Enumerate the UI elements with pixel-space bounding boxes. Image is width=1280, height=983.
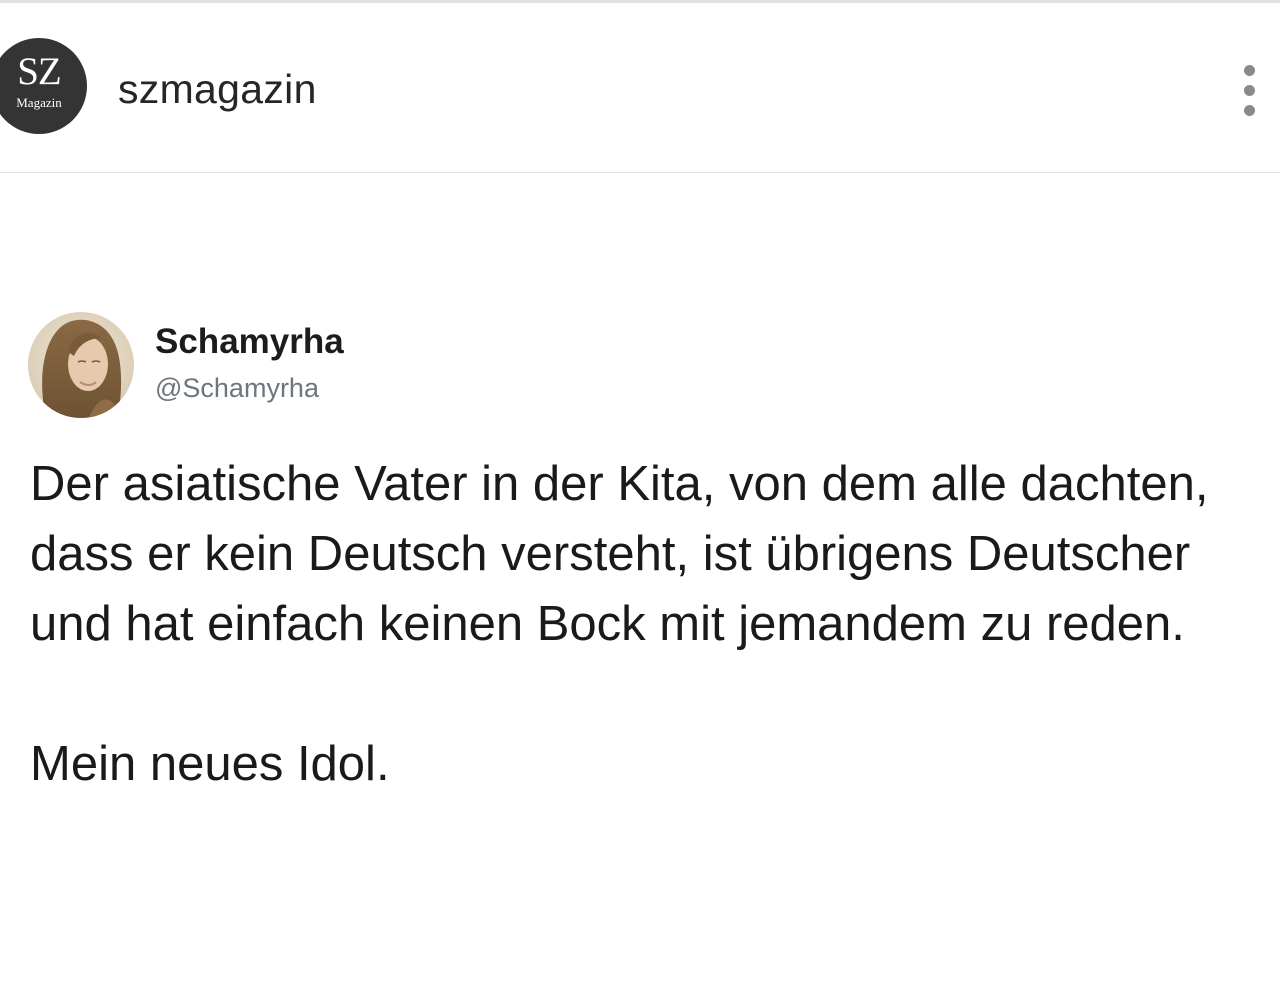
- tweet-body: Der asiatische Vater in der Kita, von de…: [30, 449, 1270, 799]
- tweet-author-avatar: [28, 312, 134, 418]
- tweet-author-handle: @Schamyrha: [155, 373, 319, 403]
- account-username[interactable]: szmagazin: [118, 65, 317, 113]
- avatar-logo-text: SZ: [17, 50, 62, 93]
- more-options-button[interactable]: [1234, 61, 1266, 121]
- more-vertical-icon: [1244, 65, 1255, 76]
- more-vertical-icon-dot: [1244, 105, 1255, 116]
- tweet-closing-text: Mein neues Idol.: [30, 737, 390, 791]
- tweet-author-name: Schamyrha: [155, 322, 344, 361]
- tweet-body-text: Der asiatische Vater in der Kita, von de…: [30, 457, 1209, 651]
- more-vertical-icon-dot: [1244, 85, 1255, 96]
- post-header: SZ Magazin szmagazin: [0, 3, 1280, 173]
- avatar-logo-subtext: Magazin: [16, 95, 62, 110]
- account-avatar[interactable]: SZ Magazin: [0, 38, 89, 134]
- avatar-photo: [28, 312, 134, 418]
